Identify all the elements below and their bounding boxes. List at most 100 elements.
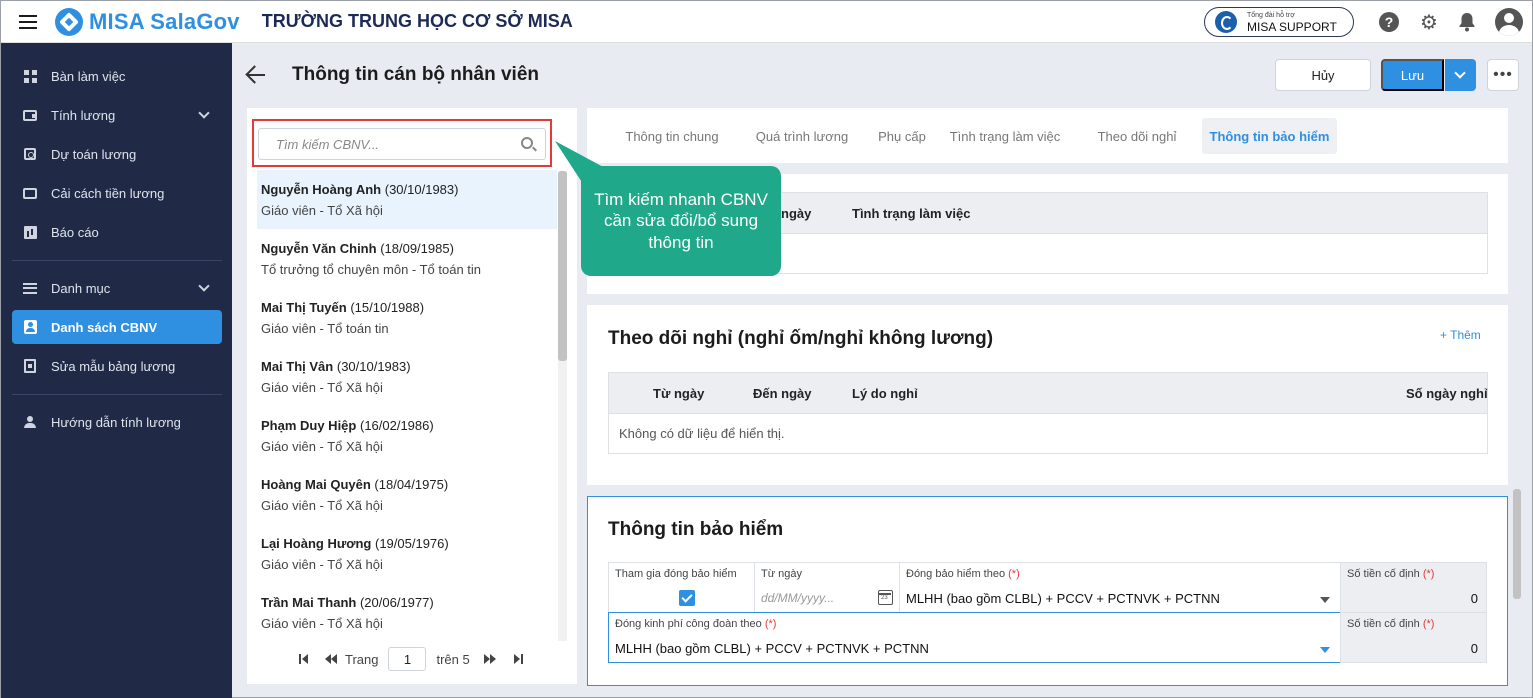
page-number-input[interactable] [388,647,427,671]
support-button[interactable]: Tổng đài hỗ trợ MISA SUPPORT [1204,7,1354,37]
insurance-card-title: Thông tin bảo hiểm [608,519,784,540]
employee-role: Giáo viên - Tổ Xã hội [261,203,383,218]
school-name: TRƯỜNG TRUNG HỌC CƠ SỞ MISA [261,11,573,31]
list-item[interactable]: Phạm Duy Hiệp (16/02/1986) Giáo viên - T… [257,406,557,465]
list-item[interactable]: Nguyễn Hoàng Anh (30/10/1983) Giáo viên … [257,170,557,229]
search-icon[interactable] [521,137,533,149]
employee-name: Phạm Duy Hiệp [261,418,357,433]
pager-label: Trang [345,651,379,667]
join-insurance-checkbox[interactable] [679,590,695,606]
list-scrollbar-thumb[interactable] [558,171,567,361]
column-header: Tình trạng làm việc [852,205,971,221]
list-item[interactable]: Nguyễn Văn Chinh (18/09/1985) Tổ trưởng … [257,229,557,288]
column-header: Từ ngày [653,385,705,401]
wallet-icon [23,108,37,122]
leave-grid-body: Không có dữ liệu để hiển thị. [608,414,1488,454]
employee-dob: (19/05/1976) [375,536,449,551]
list-item[interactable]: Mai Thị Vân (30/10/1983) Giáo viên - Tổ … [257,347,557,406]
employee-dob: (30/10/1983) [336,359,411,374]
join-insurance-field: Tham gia đóng bảo hiểm [608,562,755,613]
selected-value: MLHH (bao gồm CLBL) + PCCV + PCTNVK + PC… [906,591,1220,606]
field-label: Đóng kinh phí công đoàn theo [615,618,762,630]
field-label: Đóng bảo hiểm theo [906,568,1006,580]
fixed-amount-value: 0 [1470,591,1478,606]
person-icon [23,320,37,334]
last-page-icon[interactable] [512,652,526,666]
employee-dob: (20/06/1977) [359,595,434,610]
app-logo[interactable]: MISA SalaGov [55,7,240,36]
sidebar-item-template[interactable]: Sửa mẫu bảng lương [12,349,222,383]
employee-role: Giáo viên - Tổ Xã hội [261,380,383,395]
cancel-button[interactable]: Hủy [1275,59,1371,91]
dashboard-icon [23,69,37,83]
chevron-down-icon[interactable] [1320,597,1330,603]
sidebar-item-dashboard[interactable]: Bàn làm việc [12,59,222,93]
field-label: Tham gia đóng bảo hiểm [615,568,737,580]
sidebar-item-estimate[interactable]: Dự toán lương [12,137,222,171]
sidebar-item-catalog[interactable]: Danh mục [12,271,222,305]
employee-dob: (15/10/1988) [350,300,425,315]
search-box[interactable] [258,128,546,160]
field-label: Từ ngày [761,568,802,580]
union-fee-select[interactable]: Đóng kinh phí công đoàn theo (*) MLHH (b… [608,612,1341,663]
sidebar-item-guide[interactable]: Hướng dẫn tính lương [12,405,222,439]
fixed-amount-value: 0 [1470,641,1478,656]
from-date-field[interactable]: Từ ngày dd/MM/yyyy... [754,562,900,613]
help-icon[interactable]: ? [1377,10,1401,34]
chevron-down-icon[interactable] [1320,647,1330,653]
calendar-icon[interactable] [878,590,893,605]
tab-general-info[interactable]: Thông tin chung [617,118,727,154]
required-mark: (*) [764,618,777,630]
save-dropdown-button[interactable] [1445,59,1476,91]
sidebar-item-label: Hướng dẫn tính lương [51,414,181,430]
save-button[interactable]: Lưu [1381,59,1444,91]
avatar[interactable] [1495,8,1523,36]
employee-role: Giáo viên - Tổ Xã hội [261,557,383,572]
list-item[interactable]: Lại Hoàng Hương (19/05/1976) Giáo viên -… [257,524,557,583]
add-leave-link[interactable]: + Thêm [1440,328,1481,342]
employee-role: Tổ trưởng tổ chuyên môn - Tổ toán tin [261,262,482,277]
employee-name: Hoàng Mai Quyên [261,477,371,492]
list-item[interactable]: Mai Thị Tuyến (15/10/1988) Giáo viên - T… [257,288,557,347]
gear-icon[interactable]: ⚙ [1417,10,1441,34]
empty-message: Không có dữ liệu để hiển thị. [619,426,785,441]
tab-salary-history[interactable]: Quá trình lương [749,118,855,154]
tab-leave[interactable]: Theo dõi nghỉ [1087,118,1187,154]
chevron-down-icon [198,107,210,119]
bell-icon[interactable] [1455,10,1479,34]
estimate-icon [23,147,37,161]
tab-work-status[interactable]: Tình trạng làm việc [943,118,1067,154]
employee-dob: (16/02/1986) [359,418,434,433]
tab-insurance[interactable]: Thông tin bảo hiểm [1202,118,1337,154]
leave-card-title: Theo dõi nghỉ (nghỉ ốm/nghỉ không lương) [608,328,994,349]
sidebar-item-reform[interactable]: Cải cách tiền lương [12,176,222,210]
date-placeholder: dd/MM/yyyy... [761,591,835,605]
logo-icon [55,7,83,36]
more-options-button[interactable]: ••• [1487,59,1519,91]
list-item[interactable]: Hoàng Mai Quyên (18/04/1975) Giáo viên -… [257,465,557,524]
next-page-icon[interactable] [483,652,498,666]
search-input[interactable] [259,129,509,159]
back-arrow-icon[interactable] [245,65,267,85]
employee-role: Giáo viên - Tổ Xã hội [261,498,383,513]
brand-name: MISA SalaGov [89,8,240,34]
sidebar-item-label: Danh sách CBNV [51,319,158,335]
list-item[interactable]: Trần Mai Thanh (20/06/1977) Giáo viên - … [257,583,557,642]
menu-icon[interactable] [19,14,37,29]
template-icon [23,359,37,373]
sidebar-item-payroll[interactable]: Tính lương [12,98,222,132]
first-page-icon[interactable] [297,652,311,666]
sidebar-item-staff-list[interactable]: Danh sách CBNV [12,310,222,344]
leave-grid-header: Từ ngày Đến ngày Lý do nghỉ Số ngày nghỉ [608,372,1488,414]
sidebar-item-report[interactable]: Báo cáo [12,215,222,249]
sidebar-item-label: Cải cách tiền lương [51,185,165,201]
content-scrollbar-thumb[interactable] [1513,489,1521,599]
prev-page-icon[interactable] [325,652,339,666]
column-header: ngày [781,205,812,221]
insurance-basis-select[interactable]: Đóng bảo hiểm theo (*) MLHH (bao gồm CLB… [899,562,1341,613]
sidebar-divider [12,260,222,261]
tab-allowance[interactable]: Phụ cấp [871,118,933,154]
report-icon [23,225,37,239]
sidebar-item-label: Dự toán lương [51,146,137,162]
pager-total: trên 5 [436,651,470,667]
